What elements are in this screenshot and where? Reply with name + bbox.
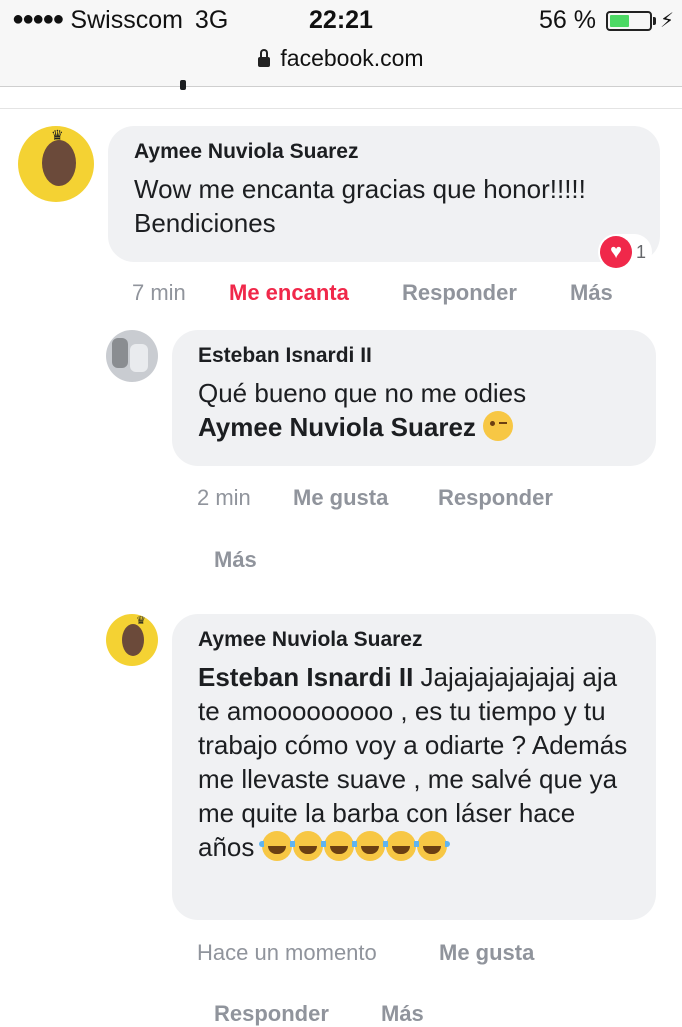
reaction-count: 1 <box>636 241 647 262</box>
comment-author[interactable]: Aymee Nuviola Suarez <box>198 628 630 652</box>
comment-author[interactable]: Esteban Isnardi II <box>198 344 630 368</box>
status-bar: ●●●●● Swisscom 3G 22:21 56 % ⚡ <box>0 0 682 44</box>
emoji-row <box>258 831 450 862</box>
avatar-figure <box>130 344 148 372</box>
comment-text-block: Qué bueno que no me odies Aymee Nuviola … <box>198 376 630 444</box>
lock-icon <box>258 48 271 67</box>
more-button[interactable]: Más <box>214 547 257 573</box>
address-bar[interactable]: facebook.com <box>0 44 682 87</box>
url-display[interactable]: facebook.com <box>258 45 424 72</box>
comment-bubble: Aymee Nuviola Suarez Wow me encanta grac… <box>108 126 660 262</box>
reply-button[interactable]: Responder <box>214 1001 329 1027</box>
page-top-edge <box>0 80 682 109</box>
crown-icon: ♛ <box>51 127 64 143</box>
charging-bolt-icon: ⚡ <box>659 10 674 32</box>
battery-fill <box>609 14 630 27</box>
comment-text: Wow me encanta gracias que honor!!!!! Be… <box>134 174 586 238</box>
wink-emoji-icon <box>483 411 514 441</box>
comment-author[interactable]: Aymee Nuviola Suarez <box>134 140 634 164</box>
crown-icon: ♛ <box>136 615 146 627</box>
comment-time: 2 min <box>197 485 251 510</box>
love-reaction-button[interactable]: Me encanta <box>229 280 349 306</box>
reply-button[interactable]: Responder <box>402 280 517 306</box>
tears-of-joy-emoji-icon <box>289 831 326 861</box>
battery-tip <box>652 16 656 25</box>
reply-button[interactable]: Responder <box>438 485 553 511</box>
more-button[interactable]: Más <box>570 280 613 306</box>
avatar[interactable] <box>106 330 158 382</box>
more-button[interactable]: Más <box>381 1001 424 1027</box>
battery-percent: 56 % <box>538 6 596 34</box>
tears-of-joy-emoji-icon <box>413 831 450 861</box>
comment-time: 7 min <box>132 280 186 305</box>
avatar-face <box>42 140 76 186</box>
reaction-summary[interactable]: ♥ 1 <box>598 234 653 270</box>
battery-area: 56 % ⚡ <box>539 6 674 35</box>
comment-bubble: Esteban Isnardi II Qué bueno que no me o… <box>172 330 656 466</box>
avatar[interactable]: ♛ <box>18 126 94 202</box>
comment-text: Qué bueno que no me odies <box>198 378 527 408</box>
tears-of-joy-emoji-icon <box>382 831 419 861</box>
url-text: facebook.com <box>280 45 424 71</box>
comment-bubble: Aymee Nuviola Suarez Esteban Isnardi II … <box>172 614 656 920</box>
tears-of-joy-emoji-icon <box>351 831 388 861</box>
tears-of-joy-emoji-icon <box>258 831 295 861</box>
avatar-figure <box>112 338 128 368</box>
mention-link[interactable]: Aymee Nuviola Suarez <box>198 412 476 442</box>
tears-of-joy-emoji-icon <box>320 831 357 861</box>
comment-time: Hace un momento <box>197 940 377 965</box>
avatar[interactable]: ♛ <box>106 614 158 666</box>
avatar-face <box>122 624 144 656</box>
battery-icon <box>605 10 652 31</box>
heart-icon: ♥ <box>600 236 632 268</box>
mention-link[interactable]: Esteban Isnardi II <box>198 662 413 692</box>
comment-text-block: Esteban Isnardi II Jajajajajajajaj aja t… <box>198 660 630 864</box>
like-button[interactable]: Me gusta <box>293 485 388 511</box>
like-button[interactable]: Me gusta <box>439 940 534 966</box>
